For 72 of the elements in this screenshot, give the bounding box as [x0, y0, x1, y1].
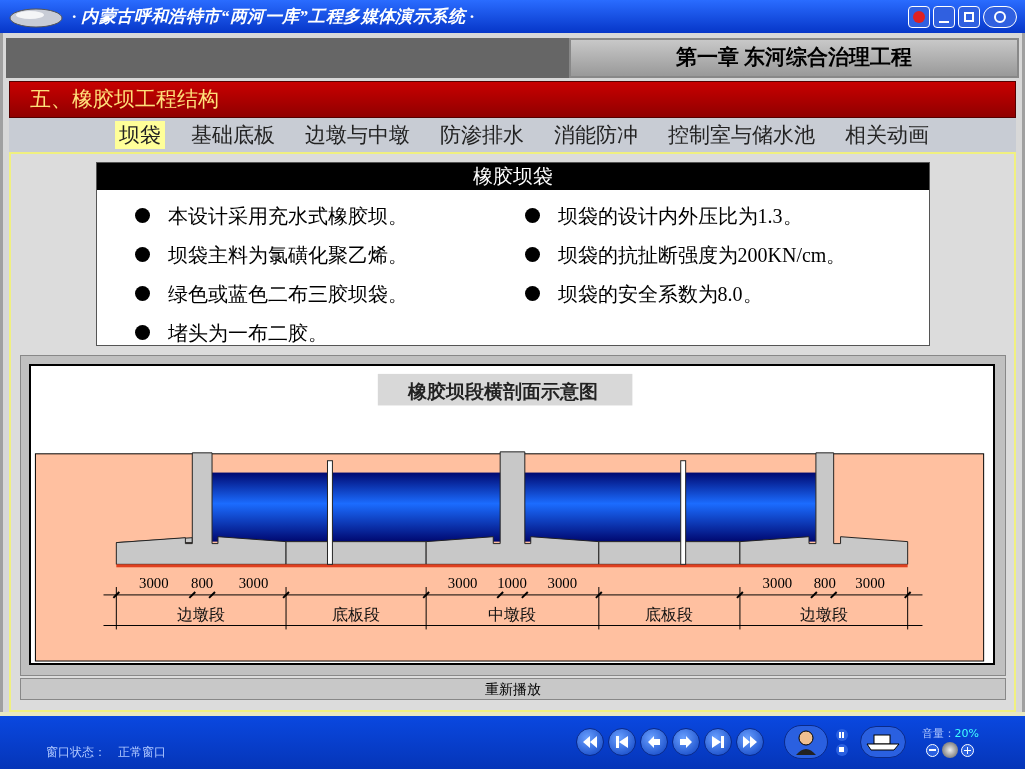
plus-icon	[964, 746, 972, 754]
status-label: 窗口状态：	[46, 744, 106, 761]
info-title: 橡胶坝袋	[96, 163, 929, 190]
info-text: 坝袋的抗扯断强度为200KN/cm。	[557, 242, 847, 268]
info-text: 本设计采用充水式橡胶坝。	[167, 203, 408, 229]
bullet-icon	[524, 247, 540, 262]
person-icon	[793, 729, 818, 755]
rewind-icon	[582, 736, 597, 748]
first-button[interactable]	[607, 728, 636, 756]
right-arrow-icon	[678, 736, 693, 748]
bullet-icon	[524, 208, 540, 223]
info-text: 坝袋的安全系数为8.0。	[557, 281, 763, 307]
tab[interactable]: 控制室与储水池	[664, 121, 819, 149]
volume-label: 音量：	[921, 725, 955, 742]
segment-label: 中墩段	[487, 605, 536, 623]
next-button[interactable]	[671, 728, 700, 756]
rewind-button[interactable]	[575, 728, 604, 756]
power-button[interactable]	[983, 5, 1017, 28]
info-text: 绿色或蓝色二布三胶坝袋。	[167, 281, 408, 307]
fast-forward-icon	[742, 736, 757, 748]
previous-button[interactable]	[639, 728, 668, 756]
minimize-button[interactable]	[933, 5, 955, 28]
section-title: 五、橡胶坝工程结构	[30, 85, 219, 113]
info-text: 堵头为一布二胶。	[167, 320, 328, 346]
dimension-label: 3000	[854, 575, 885, 591]
logo-button[interactable]	[908, 5, 930, 28]
tab[interactable]: 基础底板	[187, 121, 279, 149]
bullet-icon	[134, 247, 150, 262]
tab[interactable]: 边墩与中墩	[301, 121, 414, 149]
segment-label: 底板段	[331, 605, 380, 623]
dimension-label: 800	[190, 575, 213, 591]
volume-down-button[interactable]	[926, 743, 940, 757]
logo-icon	[913, 10, 925, 23]
pause-button[interactable]	[835, 728, 848, 741]
restore-button[interactable]	[958, 5, 980, 28]
left-arrow-icon	[646, 736, 661, 748]
bullet-icon	[134, 208, 150, 223]
info-text: 坝袋主料为氯磺化聚乙烯。	[167, 242, 408, 268]
stop-button[interactable]	[835, 743, 848, 756]
window-title: · 内蒙古呼和浩特市“两河一库”工程多媒体演示系统 ·	[72, 5, 475, 28]
dimension-label: 1000	[496, 575, 527, 591]
segment-label: 边墩段	[799, 605, 848, 623]
skip-forward-icon	[710, 736, 725, 748]
last-button[interactable]	[703, 728, 732, 756]
info-text: 坝袋的设计内外压比为1.3。	[557, 203, 803, 229]
diagram-title: 橡胶坝段横剖面示意图	[407, 380, 598, 402]
tab[interactable]: 坝袋	[115, 121, 165, 149]
dimension-label: 3000	[238, 575, 268, 591]
segment-label: 边墩段	[176, 605, 225, 623]
ship-icon	[865, 733, 900, 751]
dimension-label: 3000	[762, 575, 792, 591]
volume-value: 20%	[954, 725, 979, 742]
replay-button[interactable]: 重新播放	[19, 678, 1006, 700]
volume-knob-icon	[942, 742, 959, 759]
bullet-icon	[524, 286, 540, 301]
fast-forward-button[interactable]	[735, 728, 764, 756]
dimension-label: 3000	[447, 575, 477, 591]
ship-button[interactable]	[859, 726, 906, 758]
bullet-icon	[134, 286, 150, 301]
segment-label: 底板段	[644, 605, 693, 623]
dimension-label: 800	[813, 575, 836, 591]
dimension-label: 3000	[547, 575, 577, 591]
tab[interactable]: 相关动画	[841, 121, 933, 149]
tab[interactable]: 消能防冲	[550, 121, 642, 149]
tab[interactable]: 防渗排水	[436, 121, 528, 149]
status-value: 正常窗口	[118, 744, 166, 761]
volume-up-button[interactable]	[961, 743, 975, 757]
narrator-button[interactable]	[783, 725, 828, 759]
chapter-title: 第一章 东河综合治理工程	[569, 38, 1019, 78]
bullet-icon	[134, 325, 150, 340]
dimension-label: 3000	[138, 575, 169, 591]
skip-back-icon	[614, 736, 629, 748]
